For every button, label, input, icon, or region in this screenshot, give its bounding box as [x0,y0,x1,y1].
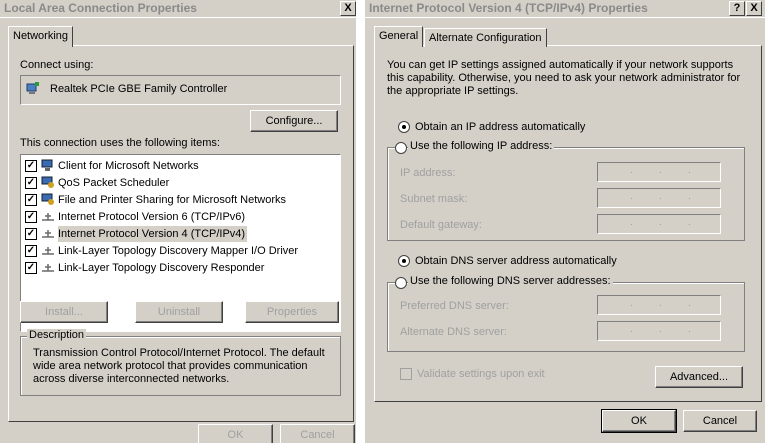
checkbox[interactable]: ✓ [25,211,37,223]
advanced-button[interactable]: Advanced... [655,366,743,388]
left-titlebar[interactable]: Local Area Connection Properties X [0,0,356,18]
use-following-ip-label[interactable]: Use the following IP address: [408,140,555,152]
checkbox[interactable]: ✓ [25,177,37,189]
ip-separator: . [630,217,633,228]
protocol-icon [42,264,54,272]
preferred-dns-field[interactable]: ... [597,295,721,315]
subnet-mask-label: Subnet mask: [400,193,468,205]
checkbox[interactable]: ✓ [25,194,37,206]
uninstall-button[interactable]: Uninstall [135,301,223,323]
network-adapter-icon [26,82,39,94]
right-ok-button[interactable]: OK [601,409,677,433]
help-button[interactable]: ? [729,1,745,16]
validate-checkbox[interactable] [400,368,412,380]
items-label: This connection uses the following items… [20,137,220,149]
item-label: Link-Layer Topology Discovery Responder [58,262,265,274]
item-label: Internet Protocol Version 6 (TCP/IPv6) [58,211,246,223]
networking-panel: Connect using: Realtek PCIe GBE Family C… [8,45,354,422]
alternate-dns-label: Alternate DNS server: [400,326,507,338]
preferred-dns-label: Preferred DNS server: [400,300,509,312]
left-close-button[interactable]: X [340,1,356,16]
description-text: Transmission Control Protocol/Internet P… [33,347,325,385]
ip-separator: . [659,165,662,176]
use-following-ip-radio[interactable] [395,142,407,154]
checkbox[interactable]: ✓ [25,245,37,257]
validate-label[interactable]: Validate settings upon exit [417,368,545,380]
intro-text: You can get IP settings assigned automat… [387,59,741,97]
ipv4-properties-dialog: Internet Protocol Version 4 (TCP/IPv4) P… [365,0,765,443]
local-area-connection-dialog: Local Area Connection Properties X Netwo… [0,0,356,443]
static-ip-group: Use the following IP address: IP address… [387,140,745,241]
default-gateway-label: Default gateway: [400,219,482,231]
ip-address-field[interactable]: ... [597,162,721,182]
obtain-ip-auto-label[interactable]: Obtain an IP address automatically [415,121,585,133]
adapter-box: Realtek PCIe GBE Family Controller [20,75,341,105]
service-icon [41,193,54,205]
ip-address-label: IP address: [400,167,456,179]
description-title: Description [27,329,87,341]
obtain-dns-auto-radio[interactable] [398,255,410,267]
obtain-dns-auto-label[interactable]: Obtain DNS server address automatically [415,255,617,267]
tab-alternate-configuration[interactable]: Alternate Configuration [424,28,547,47]
properties-button[interactable]: Properties [245,301,339,323]
ip-separator: . [630,165,633,176]
ip-separator: . [688,217,691,228]
ip-separator: . [688,165,691,176]
alternate-dns-field[interactable]: ... [597,321,721,341]
ip-separator: . [688,191,691,202]
use-following-dns-label[interactable]: Use the following DNS server addresses: [408,275,613,287]
client-icon [41,159,53,171]
right-titlebar[interactable]: Internet Protocol Version 4 (TCP/IPv4) P… [365,0,765,18]
checkbox[interactable]: ✓ [25,160,37,172]
checkbox[interactable]: ✓ [25,262,37,274]
left-cancel-button[interactable]: Cancel [280,424,355,443]
service-icon [41,176,54,188]
ip-separator: . [630,191,633,202]
left-dialog-title: Local Area Connection Properties [4,1,197,15]
right-dialog-title: Internet Protocol Version 4 (TCP/IPv4) P… [369,1,648,15]
right-close-button[interactable]: X [746,1,762,16]
item-label: Link-Layer Topology Discovery Mapper I/O… [58,245,299,257]
ip-separator: . [630,324,633,335]
tab-networking[interactable]: Networking [8,26,74,47]
default-gateway-field[interactable]: ... [597,214,721,234]
protocol-icon [42,247,54,255]
use-following-dns-radio[interactable] [395,277,407,289]
obtain-ip-auto-radio[interactable] [398,121,410,133]
item-label: Internet Protocol Version 4 (TCP/IPv4) [58,226,248,242]
ip-separator: . [630,298,633,309]
right-cancel-button[interactable]: Cancel [683,410,757,432]
adapter-name: Realtek PCIe GBE Family Controller [50,83,228,95]
ip-separator: . [688,324,691,335]
ip-separator: . [659,298,662,309]
item-label: Client for Microsoft Networks [58,160,199,172]
ip-separator: . [659,191,662,202]
item-label: File and Printer Sharing for Microsoft N… [58,194,287,206]
ip-separator: . [659,324,662,335]
static-dns-group: Use the following DNS server addresses: … [387,275,745,352]
general-panel: You can get IP settings assigned automat… [374,45,762,402]
protocol-icon [42,213,54,221]
install-button[interactable]: Install... [20,301,108,323]
description-group: Description Transmission Control Protoco… [20,329,341,396]
subnet-mask-field[interactable]: ... [597,188,721,208]
configure-button[interactable]: Configure... [250,110,338,132]
protocol-icon [42,230,54,238]
connect-using-label: Connect using: [20,59,94,71]
checkbox[interactable]: ✓ [25,228,37,240]
ip-separator: . [659,217,662,228]
tab-general[interactable]: General [374,26,424,47]
left-ok-button[interactable]: OK [198,424,273,443]
ip-separator: . [688,298,691,309]
item-label: QoS Packet Scheduler [58,177,170,189]
